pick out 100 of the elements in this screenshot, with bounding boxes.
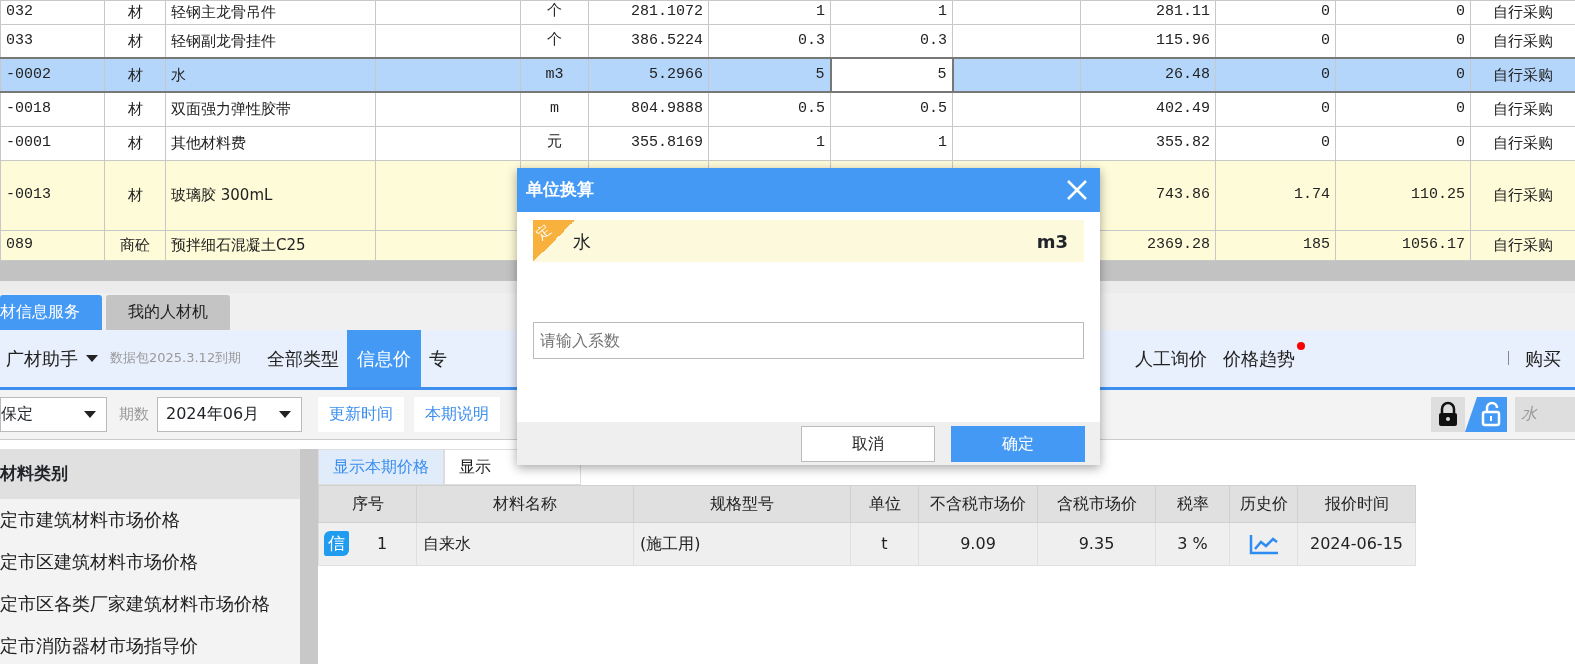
unit-text: m3 [1036, 229, 1068, 254]
table-cell: 355.82 [1080, 126, 1216, 160]
table-row[interactable]: 032 材 轻钢主龙骨吊件 个 281.1072 1 1 281.11 0 0 自行采购 [0, 0, 1575, 24]
tab[interactable]: 我的人材机 [106, 294, 230, 330]
table-cell: 个 [520, 0, 589, 24]
sidebar-item[interactable]: 定市消防器材市场指导价 [0, 624, 300, 664]
buy-link[interactable]: 购买 [1517, 329, 1575, 387]
table-cell: 110.25 [1335, 160, 1471, 230]
table-cell: m [520, 92, 589, 126]
table-cell: 0 [1215, 58, 1336, 92]
caret-icon [279, 410, 291, 418]
table-cell: 5.2966 [588, 58, 709, 92]
region-dropdown[interactable]: 保定 [0, 396, 107, 432]
table-cell: 其他材料费 [165, 126, 376, 160]
table-cell: 自行采购 [1470, 230, 1575, 260]
table-cell: -0001 [0, 126, 105, 160]
period-label: 期数 [119, 403, 149, 425]
sidebar-item[interactable]: 定市区各类厂家建筑材料市场价格 [0, 582, 300, 625]
table-cell: 26.48 [1080, 58, 1216, 92]
table-cell: 1 [830, 0, 953, 24]
table-cell: 032 [0, 0, 105, 24]
table-cell: 自来水 [416, 522, 634, 565]
table-cell: 玻璃胶 300mL [165, 160, 376, 230]
table-row[interactable]: -0001 材 其他材料费 元 355.8169 1 1 355.82 0 0 自行采购 [0, 126, 1575, 160]
sidebar-item[interactable]: 定市区建筑材料市场价格 [0, 540, 300, 583]
caret-icon [86, 354, 98, 362]
column-header: 材料名称 [416, 485, 634, 522]
table-cell: 3 % [1155, 522, 1230, 565]
column-header: 报价时间 [1297, 485, 1416, 522]
close-icon[interactable] [1066, 179, 1088, 201]
table-cell: 2024-06-15 [1297, 522, 1416, 565]
table-cell: 0 [1215, 0, 1336, 24]
column-header: 单位 [850, 485, 919, 522]
lock-icon[interactable] [1431, 396, 1465, 432]
table-cell: 281.11 [1080, 0, 1216, 24]
table-cell: 1.74 [1215, 160, 1336, 230]
table-cell: 自行采购 [1470, 0, 1575, 24]
dialog-title: 单位换算 [526, 178, 594, 202]
info-badge: 信 [324, 530, 349, 557]
table-cell: 材 [104, 126, 166, 160]
table-cell: 自行采购 [1470, 160, 1575, 230]
table-cell: 0 [1215, 126, 1336, 160]
table-cell: 0 [1335, 92, 1471, 126]
table-cell: 281.1072 [588, 0, 709, 24]
line-chart-icon[interactable] [1248, 532, 1279, 555]
table-cell: (施工用) [633, 522, 851, 565]
table-cell: m3 [520, 58, 589, 92]
table-cell: 804.9888 [588, 92, 709, 126]
caret-icon [84, 410, 96, 418]
table-cell: 1 [830, 126, 953, 160]
sidebar-item[interactable]: 定市建筑材料市场价格 [0, 498, 300, 541]
table-cell: -0013 [0, 160, 105, 230]
table-cell: 0.5 [830, 92, 953, 126]
dropdown-button[interactable]: 广材助手 [0, 329, 106, 387]
table-cell: 材 [104, 0, 166, 24]
table-cell: 元 [520, 126, 589, 160]
table-cell: 材 [104, 92, 166, 126]
table-cell: 1056.17 [1335, 230, 1471, 260]
item-name: 水 [573, 229, 591, 254]
table-cell: 材 [104, 160, 166, 230]
table-cell: 0 [1335, 58, 1471, 92]
table-cell: 自行采购 [1470, 58, 1575, 92]
period-dropdown[interactable]: 2024年06月 [157, 396, 302, 432]
table-cell: -0002 [0, 58, 105, 92]
toolbar-tab[interactable]: 全部类型 [259, 329, 348, 387]
table-cell: 9.35 [1037, 522, 1156, 565]
corner-tag [533, 220, 575, 262]
table-cell: 预拌细石混凝土C25 [165, 230, 376, 260]
table-cell: t [850, 522, 919, 565]
table-cell: 9.09 [918, 522, 1038, 565]
input-field[interactable]: 请输入系数 [533, 322, 1084, 359]
table-row[interactable]: -0018 材 双面强力弹性胶带 m 804.9888 0.5 0.5 402.49 0 0 自行采购 [0, 92, 1575, 126]
table-cell: 0.5 [708, 92, 831, 126]
cancel-button[interactable]: 取消 [801, 425, 935, 462]
table-cell: 185 [1215, 230, 1336, 260]
table-cell: 1 [708, 0, 831, 24]
table-cell: 水 [165, 58, 376, 92]
table-cell: -0018 [0, 92, 105, 126]
toolbar-tab[interactable]: 价格趋势 [1215, 329, 1304, 387]
table-cell: 商砼 [104, 230, 166, 260]
table-cell: 材 [104, 58, 166, 92]
column-header: 含税市场价 [1037, 485, 1156, 522]
table-cell: 1 [708, 126, 831, 160]
toolbar-tab[interactable]: 专 [421, 329, 456, 387]
column-header: 规格型号 [633, 485, 851, 522]
table-cell: 355.8169 [588, 126, 709, 160]
table-cell: 089 [0, 230, 105, 260]
table-row[interactable]: -0002 材 水 m3 5.2966 5 5 26.48 0 0 自行采购 [0, 58, 1575, 92]
table-cell: 双面强力弹性胶带 [165, 92, 376, 126]
table-cell: 5 [830, 58, 953, 92]
column-header: 历史价 [1229, 485, 1298, 522]
row-number: 1 [377, 532, 388, 555]
sidebar-header: 材料类别 [0, 448, 300, 499]
table-cell: 402.49 [1080, 92, 1216, 126]
table-cell: 0 [1335, 126, 1471, 160]
table-cell: 0 [1335, 0, 1471, 24]
notice-text: 数据包2025.3.12到期 [110, 349, 242, 368]
column-header: 序号 [318, 485, 417, 522]
toolbar-tab[interactable]: 人工询价 [1127, 329, 1216, 387]
column-header: 不含税市场价 [918, 485, 1038, 522]
